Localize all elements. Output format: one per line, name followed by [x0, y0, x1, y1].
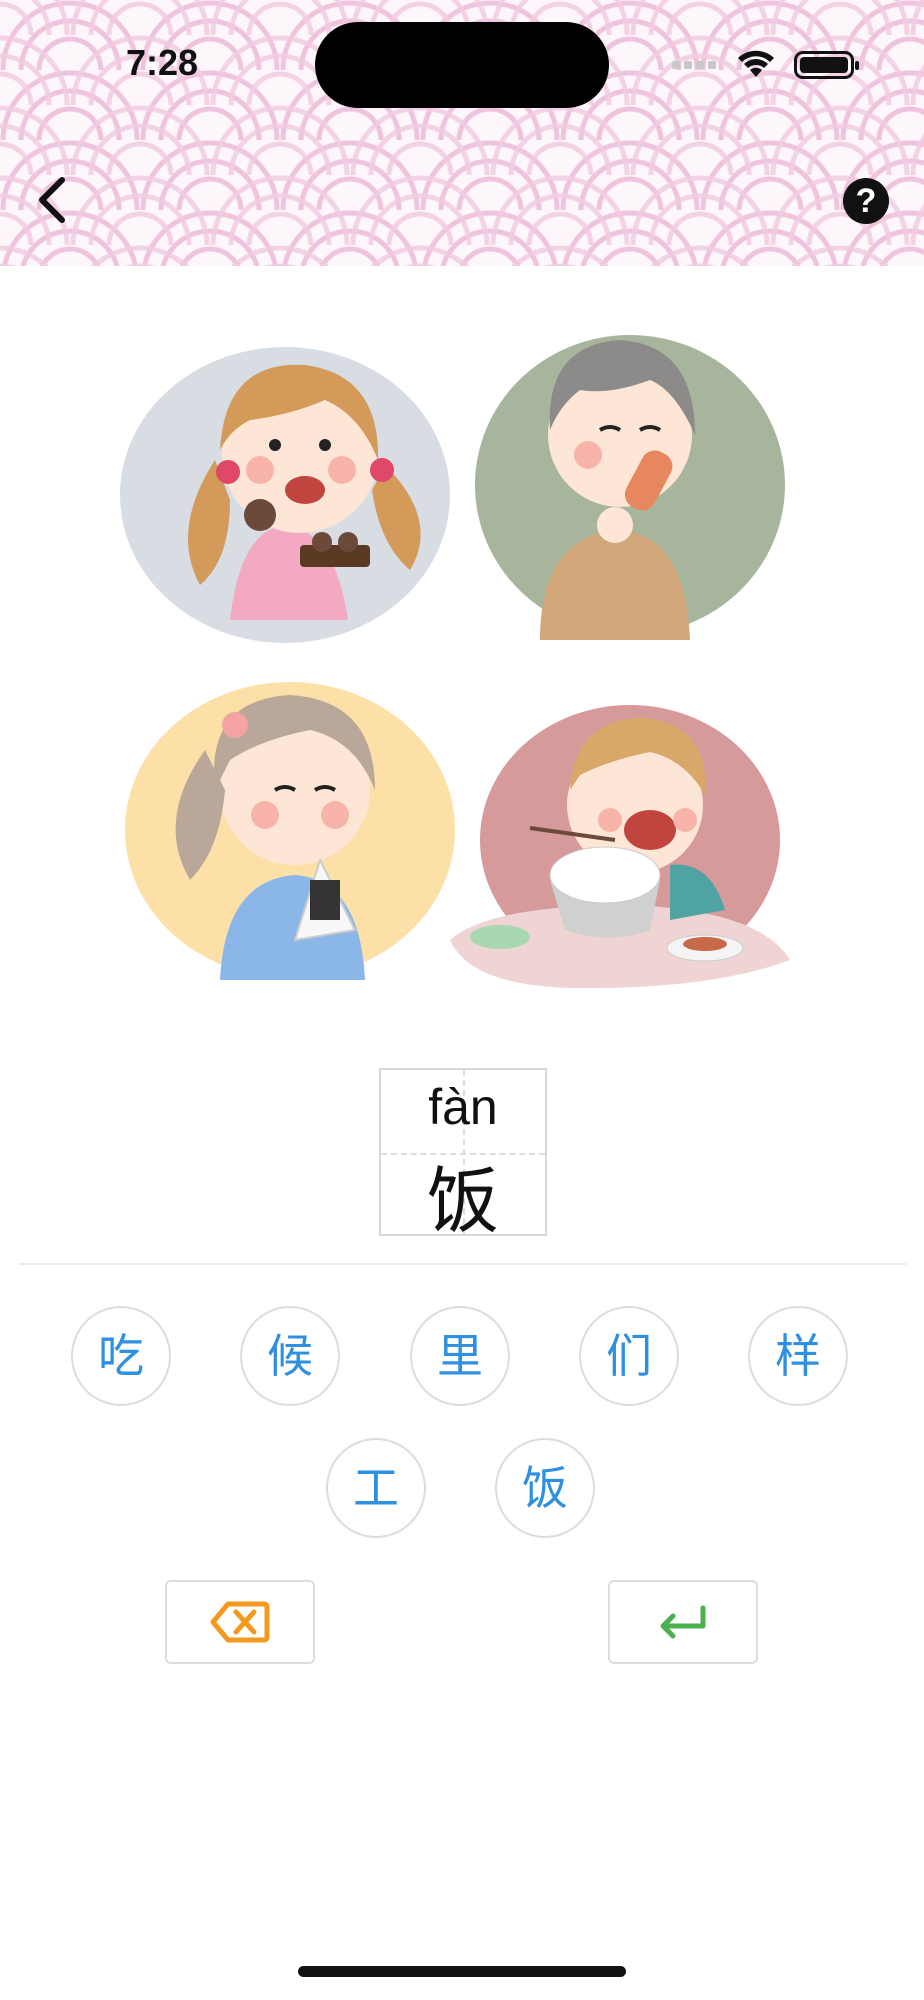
signal-icon — [672, 60, 718, 70]
divider — [18, 1263, 906, 1265]
chevron-left-icon — [39, 177, 65, 223]
battery-icon — [794, 51, 859, 79]
girl-eating-skewer-image — [120, 347, 450, 643]
character-card: fàn 饭 — [379, 1068, 547, 1243]
dynamic-island — [315, 22, 609, 108]
backspace-icon — [210, 1601, 270, 1643]
option-button[interactable]: 候 — [240, 1306, 340, 1406]
option-button[interactable]: 样 — [748, 1306, 848, 1406]
delete-button[interactable] — [165, 1580, 315, 1664]
status-time: 7:28 — [126, 42, 199, 83]
enter-button[interactable] — [608, 1580, 758, 1664]
option-button[interactable]: 吃 — [71, 1306, 171, 1406]
back-button[interactable] — [30, 172, 78, 228]
option-button[interactable]: 们 — [579, 1306, 679, 1406]
children-eating-illustration — [120, 335, 790, 989]
option-button[interactable]: 里 — [410, 1306, 510, 1406]
help-button[interactable]: ? — [843, 178, 889, 224]
option-button[interactable]: 饭 — [495, 1438, 595, 1538]
return-icon — [660, 1605, 706, 1639]
boy-eating-popsicle-image — [475, 335, 785, 640]
boy-eating-rice-image — [450, 705, 790, 989]
status-icons — [672, 48, 859, 82]
pinyin-text: fàn — [428, 1079, 498, 1135]
wifi-icon — [738, 50, 774, 77]
option-button[interactable]: 工 — [326, 1438, 426, 1538]
hanzi-text: 饭 — [426, 1159, 499, 1243]
home-indicator — [298, 1966, 626, 1977]
girl-eating-rice-ball-image — [125, 682, 455, 980]
